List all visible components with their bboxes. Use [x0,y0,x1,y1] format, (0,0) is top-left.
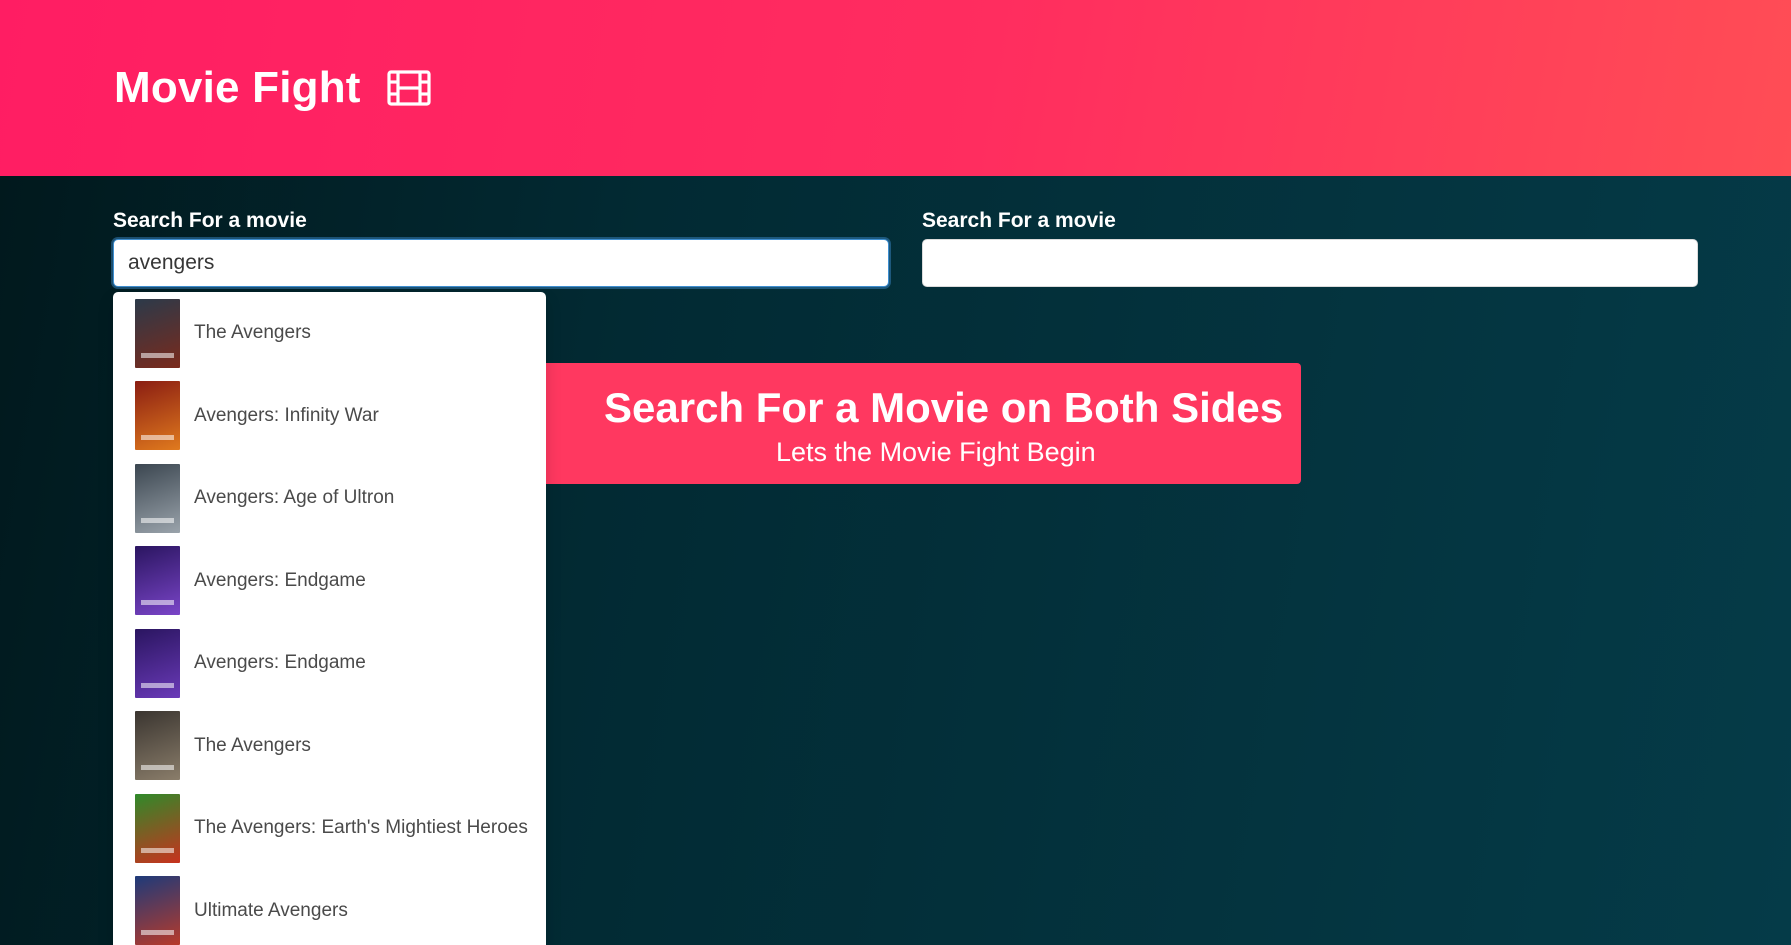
movie-title: The Avengers [194,734,311,756]
movie-title: Ultimate Avengers [194,899,348,921]
movie-title: The Avengers [194,322,311,344]
dropdown-result-item[interactable]: Avengers: Age of Ultron [113,457,546,540]
dropdown-result-item[interactable]: Avengers: Infinity War [113,375,546,458]
notice-title: Search For a Movie on Both Sides [604,384,1284,431]
movie-poster-thumbnail [135,628,180,698]
movie-poster-thumbnail [135,463,180,533]
notice-subtitle: Lets the Movie Fight Begin [776,437,1096,467]
movie-title: Avengers: Endgame [194,569,366,591]
movie-poster-thumbnail [135,546,180,616]
search-results-dropdown: The Avengers Avengers: Infinity War Avenge… [113,292,546,945]
instruction-notice: Search For a Movie on Both Sides Lets th… [546,363,1301,484]
app-title-text: Movie Fight [114,63,361,112]
dropdown-result-item[interactable]: The Avengers: Earth's Mightiest Heroes [113,787,546,870]
dropdown-result-item[interactable]: Ultimate Avengers [113,870,546,945]
app-title: Movie Fight [114,60,431,116]
movie-title: The Avengers: Earth's Mightiest Heroes [194,817,528,839]
dropdown-result-item[interactable]: The Avengers [113,292,546,375]
hero-banner: Movie Fight [0,0,1791,176]
movie-poster-thumbnail [135,298,180,368]
movie-poster-thumbnail [135,793,180,863]
right-search-input[interactable] [922,239,1698,287]
right-search-label: Search For a movie [922,209,1116,232]
movie-poster-thumbnail [135,876,180,945]
left-search-label: Search For a movie [113,209,307,232]
dropdown-result-item[interactable]: The Avengers [113,705,546,788]
right-search-column: Search For a movie [922,207,1698,287]
left-search-input[interactable] [113,239,889,287]
movie-poster-thumbnail [135,381,180,451]
dropdown-result-item[interactable]: Avengers: Endgame [113,622,546,705]
movie-title: Avengers: Infinity War [194,404,379,426]
movie-title: Avengers: Age of Ultron [194,487,395,509]
movie-title: Avengers: Endgame [194,652,366,674]
movie-poster-thumbnail [135,711,180,781]
left-search-column: Search For a movie [113,207,889,287]
film-icon [387,70,431,106]
dropdown-result-item[interactable]: Avengers: Endgame [113,540,546,623]
